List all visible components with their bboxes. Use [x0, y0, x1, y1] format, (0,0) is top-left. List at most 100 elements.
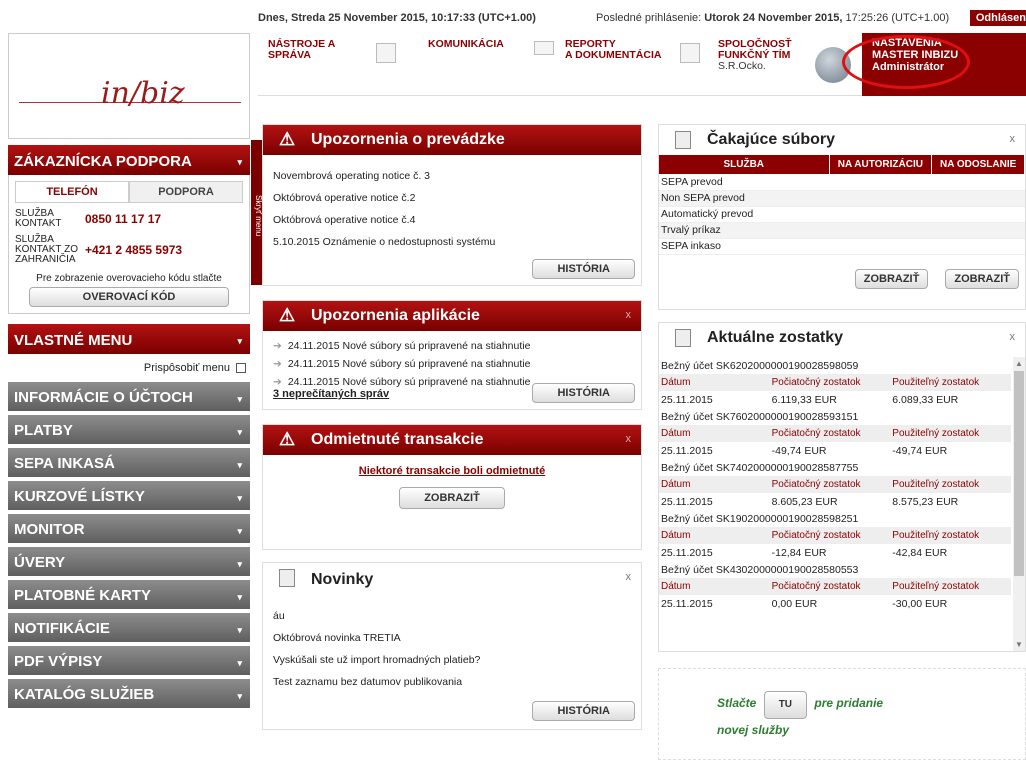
sidebar-menu-item[interactable]: INFORMÁCIE O ÚČTOCH ▾: [8, 382, 250, 411]
add-service-button[interactable]: TU: [763, 691, 808, 719]
column-header: Počiatočný zostatok: [769, 425, 891, 442]
notice-link[interactable]: Októbrová operative notice č.4: [273, 209, 631, 231]
sidebar-menu-item[interactable]: KATALÓG SLUŽIEB ▾: [8, 679, 250, 708]
table-row: Trvalý príkaz: [659, 222, 1025, 239]
show-sending-button[interactable]: ZOBRAZIŤ: [945, 269, 1019, 289]
balances-table: Bežný účet SK6202000000190028598059 Dátum…: [659, 357, 1011, 612]
account-row[interactable]: Bežný účet SK7402000000190028587755: [659, 459, 1011, 476]
news-item[interactable]: Vyskúšali ste už import hromadných plati…: [273, 649, 631, 671]
tab-support[interactable]: PODPORA: [129, 181, 243, 202]
contact-label: SLUŽBA KONTAKT ZO ZAHRANIČIA: [15, 234, 78, 265]
list-item[interactable]: ➔ 24.11.2015 Nové súbory sú pripravené na…: [273, 355, 631, 373]
tab-phone[interactable]: TELEFÓN: [15, 181, 129, 202]
document-icon: [675, 329, 691, 347]
history-button[interactable]: HISTÓRIA: [532, 701, 635, 721]
tools-doc-icon: [376, 43, 396, 63]
account-row[interactable]: Bežný účet SK4302000000190028580553: [659, 561, 1011, 578]
notice-link[interactable]: 5.10.2015 Oznámenie o nedostupnosti syst…: [273, 231, 631, 253]
show-rejected-button[interactable]: ZOBRAZIŤ: [399, 487, 505, 509]
chevron-down-icon: ▾: [237, 460, 242, 470]
history-button[interactable]: HISTÓRIA: [532, 259, 635, 279]
warning-icon: ⚠: [279, 129, 296, 149]
notice-link[interactable]: Novembrová operating notice č. 3: [273, 165, 631, 187]
add-service-text: Stlačte TU pre pridanie novej služby: [659, 669, 1025, 741]
balances-scroll-area[interactable]: Bežný účet SK6202000000190028598059 Dátum…: [659, 357, 1025, 651]
sidebar-menu-item[interactable]: KURZOVÉ LÍSTKY ▾: [8, 481, 250, 510]
history-button[interactable]: HISTÓRIA: [532, 383, 635, 403]
sidebar-menu-item[interactable]: NOTIFIKÁCIE ▾: [8, 613, 250, 642]
current-date: Dnes, Streda 25 November 2015, 10:17:33 …: [258, 12, 536, 24]
nav-reports[interactable]: REPORTY A DOKUMENTÁCIA: [565, 39, 661, 61]
account-row[interactable]: Bežný účet SK1902000000190028598251: [659, 510, 1011, 527]
news-item[interactable]: Test zaznamu bez datumov publikovania: [273, 671, 631, 693]
balance-date: 25.11.2015: [661, 495, 713, 508]
column-header: NA ODOSLANIE: [931, 155, 1025, 174]
balance-header-row: Dátum Počiatočný zostatok Použiteľný zosta…: [659, 578, 1011, 595]
news-header: Novinky x: [263, 563, 641, 593]
close-icon[interactable]: x: [626, 309, 632, 321]
account-row[interactable]: Bežný účet SK7602000000190028593151: [659, 408, 1011, 425]
sidebar-menu-label: NOTIFIKÁCIE: [14, 620, 110, 637]
scrollbar-thumb[interactable]: [1014, 371, 1024, 576]
sidebar-menu-item[interactable]: ÚVERY ▾: [8, 547, 250, 576]
main-menu: INFORMÁCIE O ÚČTOCH ▾ PLATBY ▾ SEPA INKASÁ ▾ K…: [8, 382, 250, 708]
table-row: 25.11.2015 8.605,23 EUR 8.575,23 EUR: [659, 493, 1011, 510]
unread-messages-link[interactable]: 3 neprečítaných správ: [273, 388, 389, 400]
notice-link[interactable]: Októbrová operative notice č.2: [273, 187, 631, 209]
top-navigation: NÁSTROJE A SPRÁVA KOMUNIKÁCIA REPORTY A …: [258, 33, 1026, 96]
inbiz-logo: in/biz: [8, 33, 250, 139]
account-name: Bežný účet SK7602000000190028593151: [661, 410, 859, 423]
nav-communication[interactable]: KOMUNIKÁCIA: [428, 39, 504, 50]
balance-date: 25.11.2015: [661, 444, 713, 457]
sidebar-menu-item[interactable]: PLATBY ▾: [8, 415, 250, 444]
balance-start: 6.119,33 EUR: [771, 393, 837, 406]
scroll-up-icon[interactable]: ▲: [1015, 359, 1023, 368]
table-row: 25.11.2015 6.119,33 EUR 6.089,33 EUR: [659, 391, 1011, 408]
sidebar-menu-label: PDF VÝPISY: [14, 653, 103, 670]
list-item[interactable]: ➔ 24.11.2015 Nové súbory sú pripravené na…: [273, 337, 631, 355]
close-icon[interactable]: x: [626, 571, 632, 583]
nav-tools[interactable]: NÁSTROJE A SPRÁVA: [268, 39, 335, 61]
scroll-down-icon[interactable]: ▼: [1015, 640, 1023, 649]
table-row: Automatický prevod: [659, 206, 1025, 223]
contact-row: SLUŽBA KONTAKT ZO ZAHRANIČIA +421 2 4855…: [15, 235, 243, 265]
highlight-circle: [842, 35, 970, 89]
balance-header-row: Dátum Počiatočný zostatok Použiteľný zosta…: [659, 425, 1011, 442]
close-icon[interactable]: x: [1010, 133, 1016, 145]
account-row[interactable]: Bežný účet SK6202000000190028598059: [659, 357, 1011, 374]
rejected-transactions-link[interactable]: Niektoré transakcie boli odmietnuté: [359, 465, 545, 477]
verification-code-button[interactable]: OVEROVACÍ KÓD: [29, 287, 229, 307]
sidebar-menu-item[interactable]: MONITOR ▾: [8, 514, 250, 543]
custom-menu-header[interactable]: VLASTNÉ MENU ▾: [8, 324, 250, 354]
chevron-down-icon: ▾: [237, 493, 242, 503]
operations-list: Novembrová operating notice č. 3 Októbro…: [263, 155, 641, 257]
sidebar-menu-item[interactable]: PDF VÝPISY ▾: [8, 646, 250, 675]
nav-company[interactable]: SPOLOČNOSŤ FUNKČNÝ TÍM S.R.Ocko.: [718, 39, 792, 72]
balance-header-row: Dátum Počiatočný zostatok Použiteľný zosta…: [659, 476, 1011, 493]
column-header: SLUŽBA: [659, 155, 830, 174]
balance-date: 25.11.2015: [661, 393, 713, 406]
close-icon[interactable]: x: [626, 433, 632, 445]
close-icon[interactable]: x: [1010, 331, 1016, 343]
balances-panel: Aktuálne zostatky x Bežný účet SK6202000…: [658, 322, 1026, 652]
sidebar: ZÁKAZNÍCKA PODPORA ▾ TELEFÓN PODPORA SLU…: [8, 145, 250, 708]
news-list: áu Októbrová novinka TRETIA Vyskúšali st…: [263, 593, 641, 697]
column-header: Dátum: [659, 476, 770, 493]
news-item[interactable]: Októbrová novinka TRETIA: [273, 627, 631, 649]
sidebar-menu-item[interactable]: SEPA INKASÁ ▾: [8, 448, 250, 477]
show-authorization-button[interactable]: ZOBRAZIŤ: [854, 269, 929, 289]
support-header[interactable]: ZÁKAZNÍCKA PODPORA ▾: [8, 145, 250, 175]
customize-menu-link[interactable]: Prispôsobiť menu: [8, 354, 250, 378]
sidebar-menu-item[interactable]: PLATOBNÉ KARTY ▾: [8, 580, 250, 609]
logo-text: in/biz: [101, 76, 185, 111]
contact-number: 0850 11 17 17: [85, 212, 162, 226]
sidebar-menu-label: MONITOR: [14, 521, 85, 538]
column-header: Dátum: [659, 527, 770, 544]
chevron-down-icon: ▾: [237, 592, 242, 602]
scrollbar[interactable]: ▲ ▼: [1013, 357, 1025, 651]
column-header: Použiteľný zostatok: [890, 476, 1011, 493]
logout-button[interactable]: Odhlásen: [969, 10, 1026, 26]
app-notices-title: Upozornenia aplikácie: [311, 307, 480, 324]
document-icon: [675, 131, 691, 149]
news-item[interactable]: áu: [273, 605, 631, 627]
